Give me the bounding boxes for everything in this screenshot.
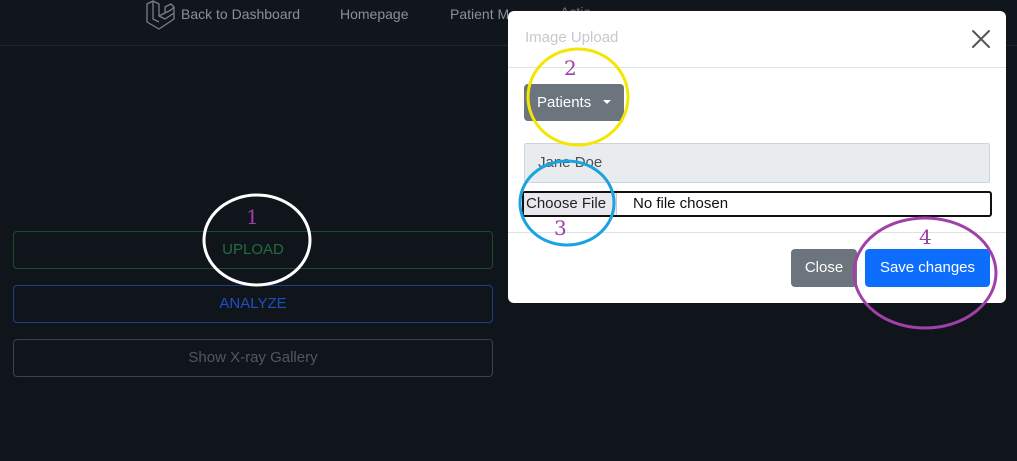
choose-file-button[interactable]: Choose File: [524, 193, 617, 215]
save-changes-button[interactable]: Save changes: [865, 249, 990, 287]
nav-homepage[interactable]: Homepage: [340, 6, 409, 22]
close-icon[interactable]: [970, 28, 992, 50]
modal-header: Image Upload: [508, 11, 1006, 68]
annotation-number-3: 3: [554, 216, 567, 240]
image-upload-modal: Image Upload Patients Jane Doe Choose Fi…: [508, 11, 1006, 303]
modal-title: Image Upload: [525, 29, 619, 46]
annotation-number-4: 4: [919, 225, 932, 249]
patients-dropdown-button[interactable]: Patients: [524, 84, 624, 121]
caret-down-icon: [603, 100, 611, 104]
patient-name-field[interactable]: Jane Doe: [524, 143, 990, 183]
file-input[interactable]: Choose File No file chosen: [522, 191, 992, 217]
nav-patient-management[interactable]: Patient M: [450, 6, 509, 22]
upload-button[interactable]: UPLOAD: [13, 231, 493, 269]
file-status-text: No file chosen: [633, 195, 729, 212]
annotation-number-1: 1: [246, 205, 259, 229]
show-xray-gallery-button[interactable]: Show X-ray Gallery: [13, 339, 493, 377]
close-button[interactable]: Close: [791, 249, 857, 287]
analyze-button[interactable]: ANALYZE: [13, 285, 493, 323]
laravel-logo-icon[interactable]: [145, 0, 175, 30]
patients-dropdown-label: Patients: [537, 94, 592, 111]
nav-back-to-dashboard[interactable]: Back to Dashboard: [181, 6, 300, 22]
annotation-number-2: 2: [564, 56, 577, 80]
